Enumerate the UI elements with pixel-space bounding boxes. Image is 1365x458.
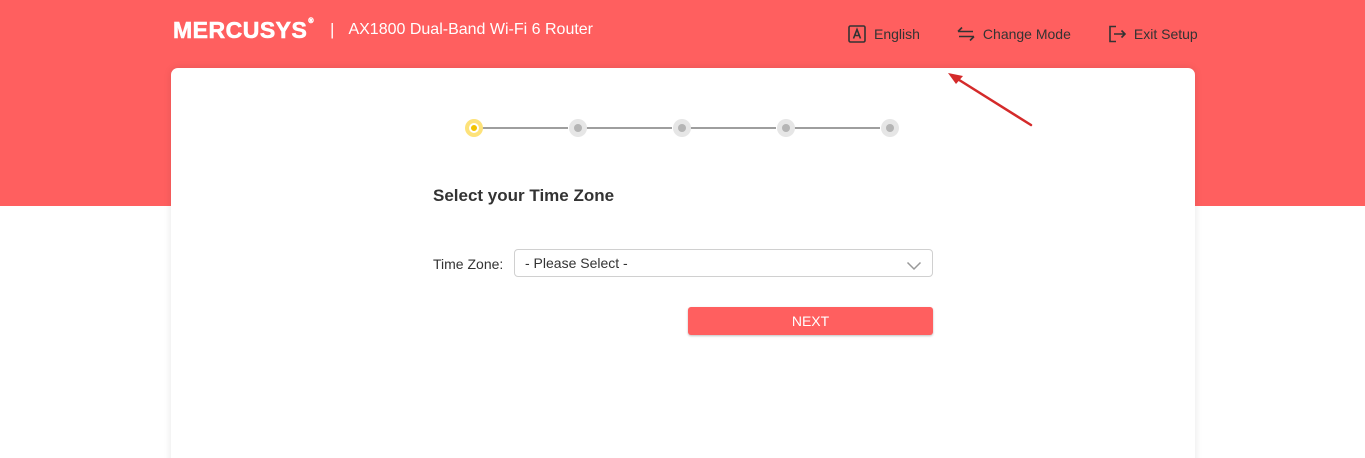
language-button[interactable]: English — [848, 24, 920, 44]
step-4 — [777, 119, 795, 137]
time-zone-select[interactable]: - Please Select - — [514, 249, 933, 277]
logo-text: MERCUSYS — [173, 17, 308, 44]
step-5 — [881, 119, 899, 137]
brand-separator: | — [330, 20, 335, 39]
swap-icon — [957, 25, 975, 43]
time-zone-label: Time Zone: — [433, 256, 504, 272]
next-button[interactable]: NEXT — [688, 307, 933, 335]
top-nav: English Change Mode Exit Setup — [848, 24, 1198, 44]
step-2 — [569, 119, 587, 137]
logo-trademark: ® — [308, 18, 315, 26]
step-3 — [673, 119, 691, 137]
annotation-arrow-icon — [948, 73, 1033, 127]
step-connector — [586, 127, 672, 129]
chevron-down-icon — [906, 258, 922, 276]
exit-icon — [1108, 25, 1126, 43]
change-mode-label: Change Mode — [982, 26, 1071, 42]
mercusys-logo: MERCUSYS® — [173, 17, 315, 44]
setup-card: Select your Time Zone Time Zone: - Pleas… — [171, 68, 1195, 458]
exit-setup-button[interactable]: Exit Setup — [1108, 24, 1198, 44]
step-connector — [482, 127, 568, 129]
product-name: AX1800 Dual-Band Wi-Fi 6 Router — [348, 21, 594, 38]
setup-page: MERCUSYS® | AX1800 Dual-Band Wi-Fi 6 Rou… — [0, 0, 1365, 458]
language-label: English — [874, 26, 920, 42]
exit-setup-label: Exit Setup — [1133, 26, 1198, 42]
change-mode-button[interactable]: Change Mode — [957, 24, 1071, 44]
progress-stepper — [464, 118, 899, 138]
language-icon — [848, 25, 866, 43]
step-connector — [794, 127, 880, 129]
page-title: Select your Time Zone — [433, 186, 615, 205]
time-zone-selected-value: - Please Select - — [525, 255, 628, 271]
step-connector — [690, 127, 776, 129]
step-1-current — [465, 119, 483, 137]
brand: MERCUSYS® | AX1800 Dual-Band Wi-Fi 6 Rou… — [173, 17, 594, 44]
